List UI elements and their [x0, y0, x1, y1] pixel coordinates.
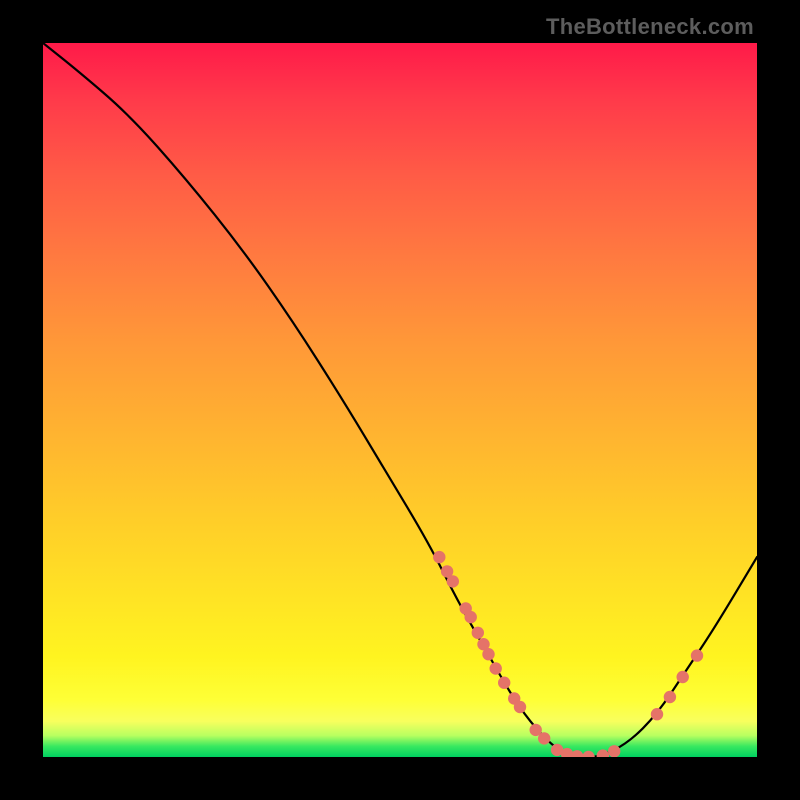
chart-frame: TheBottleneck.com [0, 0, 800, 800]
curve-dot [608, 745, 620, 757]
curve-dot [472, 627, 484, 639]
curve-dot [447, 575, 459, 587]
plot-area [43, 43, 757, 757]
bottleneck-curve [43, 43, 757, 757]
curve-dot [651, 708, 663, 720]
curve-dot [538, 732, 550, 744]
curve-dot [582, 751, 594, 757]
curve-dot [514, 701, 526, 713]
curve-dot [677, 671, 689, 683]
curve-dot [571, 750, 583, 757]
curve-dot [691, 649, 703, 661]
watermark-text: TheBottleneck.com [546, 14, 754, 40]
curve-dot-markers [433, 551, 703, 757]
curve-dot [482, 648, 494, 660]
curve-dot [597, 749, 609, 757]
curve-dot [465, 611, 477, 623]
curve-dot [498, 677, 510, 689]
curve-dot [664, 691, 676, 703]
curve-dot [433, 551, 445, 563]
curve-layer [43, 43, 757, 757]
curve-dot [490, 662, 502, 674]
